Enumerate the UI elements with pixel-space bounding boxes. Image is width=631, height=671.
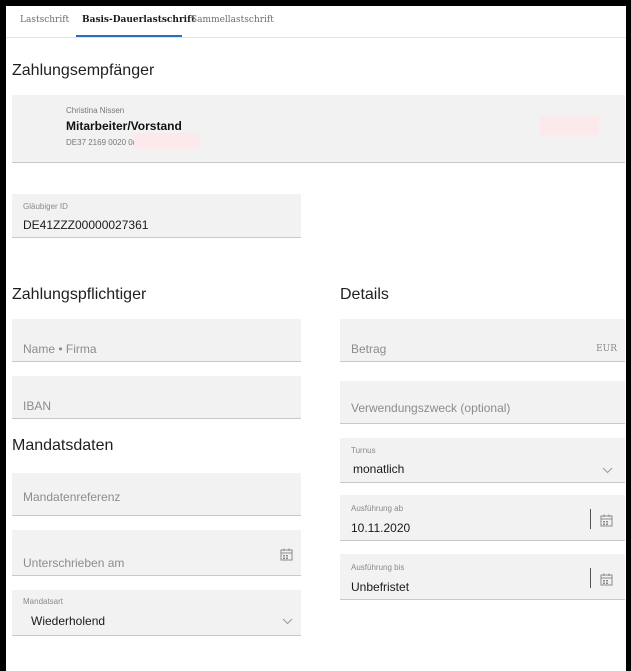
mandate-reference-placeholder: Mandatenreferenz [23, 490, 121, 504]
end-date-value: Unbefristet [351, 580, 410, 594]
payee-section-title: Zahlungsempfänger [12, 62, 155, 79]
end-date-label: Ausführung bis [351, 563, 405, 572]
purpose-input[interactable]: Verwendungszweck (optional) [340, 381, 625, 424]
payee-iban: DE37 2169 0020 0( [66, 138, 136, 147]
tab-basis-dauerlastschrift[interactable]: Basis-Dauerlastschrift [82, 15, 195, 25]
signed-date-input[interactable]: Unterschrieben am [12, 530, 301, 576]
mandate-section-title: Mandatsdaten [12, 437, 122, 455]
details-section-title: Details [340, 286, 389, 303]
signed-date-placeholder: Unterschrieben am [23, 556, 125, 570]
payer-iban-input[interactable]: IBAN [12, 376, 301, 419]
creditor-id-field[interactable]: Gläubiger ID DE41ZZZ00000027361 [12, 194, 301, 238]
payer-name-placeholder: Name • Firma [23, 342, 97, 356]
mandate-type-select[interactable]: Mandatsart Wiederholend [12, 590, 301, 636]
start-date-label: Ausführung ab [351, 504, 404, 513]
amount-placeholder: Betrag [351, 342, 387, 356]
payer-iban-placeholder: IBAN [23, 399, 52, 413]
payee-holder-name: Christina Nissen [66, 106, 125, 115]
tab-sammellastschrift[interactable]: Sammellastschrift [191, 15, 274, 25]
tab-bar: Lastschrift Basis-Dauerlastschrift Samme… [6, 6, 626, 38]
interval-value: monatlich [353, 462, 405, 476]
start-date-input[interactable]: Ausführung ab 10.11.2020 [340, 495, 625, 541]
creditor-id-label: Gläubiger ID [23, 202, 68, 211]
payee-account-card[interactable]: Christina Nissen Mitarbeiter/Vorstand DE… [12, 95, 625, 163]
amount-input[interactable]: Betrag EUR [340, 319, 625, 362]
currency-label: EUR [596, 344, 617, 354]
date-separator [590, 509, 591, 529]
purpose-placeholder: Verwendungszweck (optional) [351, 401, 511, 415]
payee-account-name: Mitarbeiter/Vorstand [66, 119, 182, 133]
payer-section-title: Zahlungspflichtiger [12, 286, 147, 303]
tab-lastschrift[interactable]: Lastschrift [20, 15, 69, 25]
chevron-down-icon [602, 467, 613, 474]
calendar-icon[interactable] [600, 514, 613, 527]
end-date-input[interactable]: Ausführung bis Unbefristet [340, 554, 625, 600]
start-date-value: 10.11.2020 [351, 521, 411, 535]
app-frame: Lastschrift Basis-Dauerlastschrift Samme… [6, 6, 626, 671]
chevron-down-icon [282, 618, 293, 625]
interval-label: Turnus [351, 446, 376, 455]
interval-select[interactable]: Turnus monatlich [340, 438, 625, 483]
active-tab-indicator [76, 35, 182, 37]
redacted-balance-block [540, 115, 599, 135]
date-separator [590, 568, 591, 588]
creditor-id-value: DE41ZZZ00000027361 [23, 218, 149, 232]
calendar-icon[interactable] [280, 548, 293, 561]
mandate-reference-input[interactable]: Mandatenreferenz [12, 473, 301, 516]
mandate-type-label: Mandatsart [23, 597, 64, 606]
calendar-icon[interactable] [600, 573, 613, 586]
mandate-type-value: Wiederholend [31, 614, 106, 628]
redacted-iban-block [134, 133, 200, 149]
payer-name-input[interactable]: Name • Firma [12, 319, 301, 362]
